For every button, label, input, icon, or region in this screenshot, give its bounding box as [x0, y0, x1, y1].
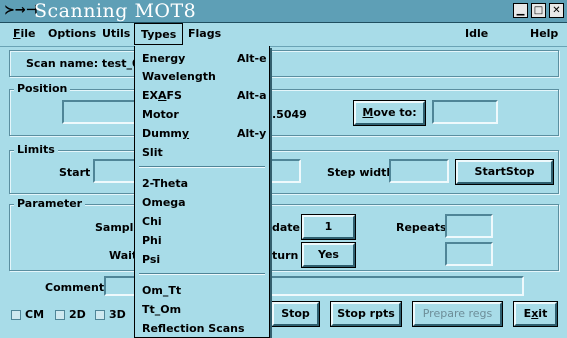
maximize-icon[interactable]: □: [531, 3, 546, 18]
step-width-field[interactable]: [389, 159, 449, 183]
title-bar[interactable]: ≻→⊣ Scanning MOT8 ▁ □ ✕: [0, 0, 567, 23]
window-menu-icon[interactable]: ≻→⊣: [4, 3, 38, 19]
exit-button[interactable]: Exit: [513, 301, 558, 327]
cm-checkbox[interactable]: [11, 310, 21, 320]
menu-file[interactable]: File: [13, 27, 36, 40]
menu-help[interactable]: Help: [530, 27, 558, 40]
menu-item-slit[interactable]: Slit: [142, 146, 163, 159]
menu-item-psi[interactable]: Psi: [142, 253, 160, 266]
start-label: Start: [59, 166, 91, 179]
position-field[interactable]: [62, 100, 142, 124]
menu-item-dummy[interactable]: Dummy: [142, 127, 189, 140]
repeats-label: Repeats: [396, 221, 447, 234]
repeats-field[interactable]: [445, 214, 493, 238]
menu-separator: [139, 273, 265, 275]
close-icon[interactable]: ✕: [549, 3, 564, 18]
position-title: Position: [14, 82, 71, 95]
menu-separator: [139, 166, 265, 168]
move-to-field[interactable]: [432, 100, 498, 124]
menu-item-phi[interactable]: Phi: [142, 234, 162, 247]
menu-item-2theta[interactable]: 2-Theta: [142, 177, 188, 190]
comment-label: Comment:: [45, 281, 109, 294]
menu-item-wavelength[interactable]: Wavelength: [142, 70, 216, 83]
3d-label: 3D: [109, 308, 126, 321]
scan-window: ≻→⊣ Scanning MOT8 ▁ □ ✕ File Options Uti…: [0, 0, 567, 338]
return-label: turn: [272, 249, 299, 262]
menu-item-reflection-scans[interactable]: Reflection Scans: [142, 322, 245, 335]
parameter-title: Parameter: [14, 197, 86, 210]
stop-rpts-button[interactable]: Stop rpts: [330, 301, 402, 327]
update-label: date: [272, 221, 301, 234]
menu-options[interactable]: Options: [48, 27, 96, 40]
prepare-regs-button[interactable]: Prepare regs: [412, 301, 503, 327]
menu-item-om-tt[interactable]: Om_Tt: [142, 284, 181, 297]
3d-checkbox[interactable]: [95, 310, 105, 320]
menu-item-energy-accel: Alt-e: [237, 52, 267, 65]
stop-button[interactable]: Stop: [271, 301, 320, 327]
menu-flags[interactable]: Flags: [188, 27, 221, 40]
limits-title: Limits: [14, 143, 58, 156]
menu-utils[interactable]: Utils: [102, 27, 130, 40]
menu-item-exafs-accel: Alt-a: [237, 89, 267, 102]
2d-label: 2D: [69, 308, 86, 321]
menu-item-motor[interactable]: Motor: [142, 108, 179, 121]
menu-types[interactable]: Types: [134, 23, 184, 45]
cm-label: CM: [25, 308, 45, 321]
window-title: Scanning MOT8: [34, 0, 197, 22]
menu-item-exafs[interactable]: EXAFS: [142, 89, 182, 102]
minimize-icon[interactable]: ▁: [513, 3, 528, 18]
position-value: .5049: [272, 108, 307, 121]
menu-file-rest: ile: [20, 27, 36, 40]
menu-item-tt-om[interactable]: Tt_Om: [142, 303, 181, 316]
startstop-button[interactable]: StartStop: [455, 159, 554, 185]
status-text: Idle: [465, 27, 489, 40]
update-button[interactable]: 1: [301, 214, 356, 240]
types-dropdown-menu: Energy Alt-e Wavelength EXAFS Alt-a Moto…: [134, 46, 270, 338]
move-to-button[interactable]: Move to:: [353, 100, 426, 126]
menu-item-dummy-accel: Alt-y: [237, 127, 267, 140]
menu-item-energy[interactable]: Energy: [142, 52, 185, 65]
stop-field[interactable]: [268, 159, 301, 183]
parameter-extra-field[interactable]: [445, 242, 493, 266]
wait-label: Wait: [109, 249, 138, 262]
menu-item-omega[interactable]: Omega: [142, 196, 186, 209]
menu-bar: File Options Utils Types Flags Idle Help: [0, 22, 567, 47]
step-width-label: Step width: [327, 166, 395, 179]
menu-item-chi[interactable]: Chi: [142, 215, 162, 228]
2d-checkbox[interactable]: [55, 310, 65, 320]
return-button[interactable]: Yes: [301, 242, 356, 268]
